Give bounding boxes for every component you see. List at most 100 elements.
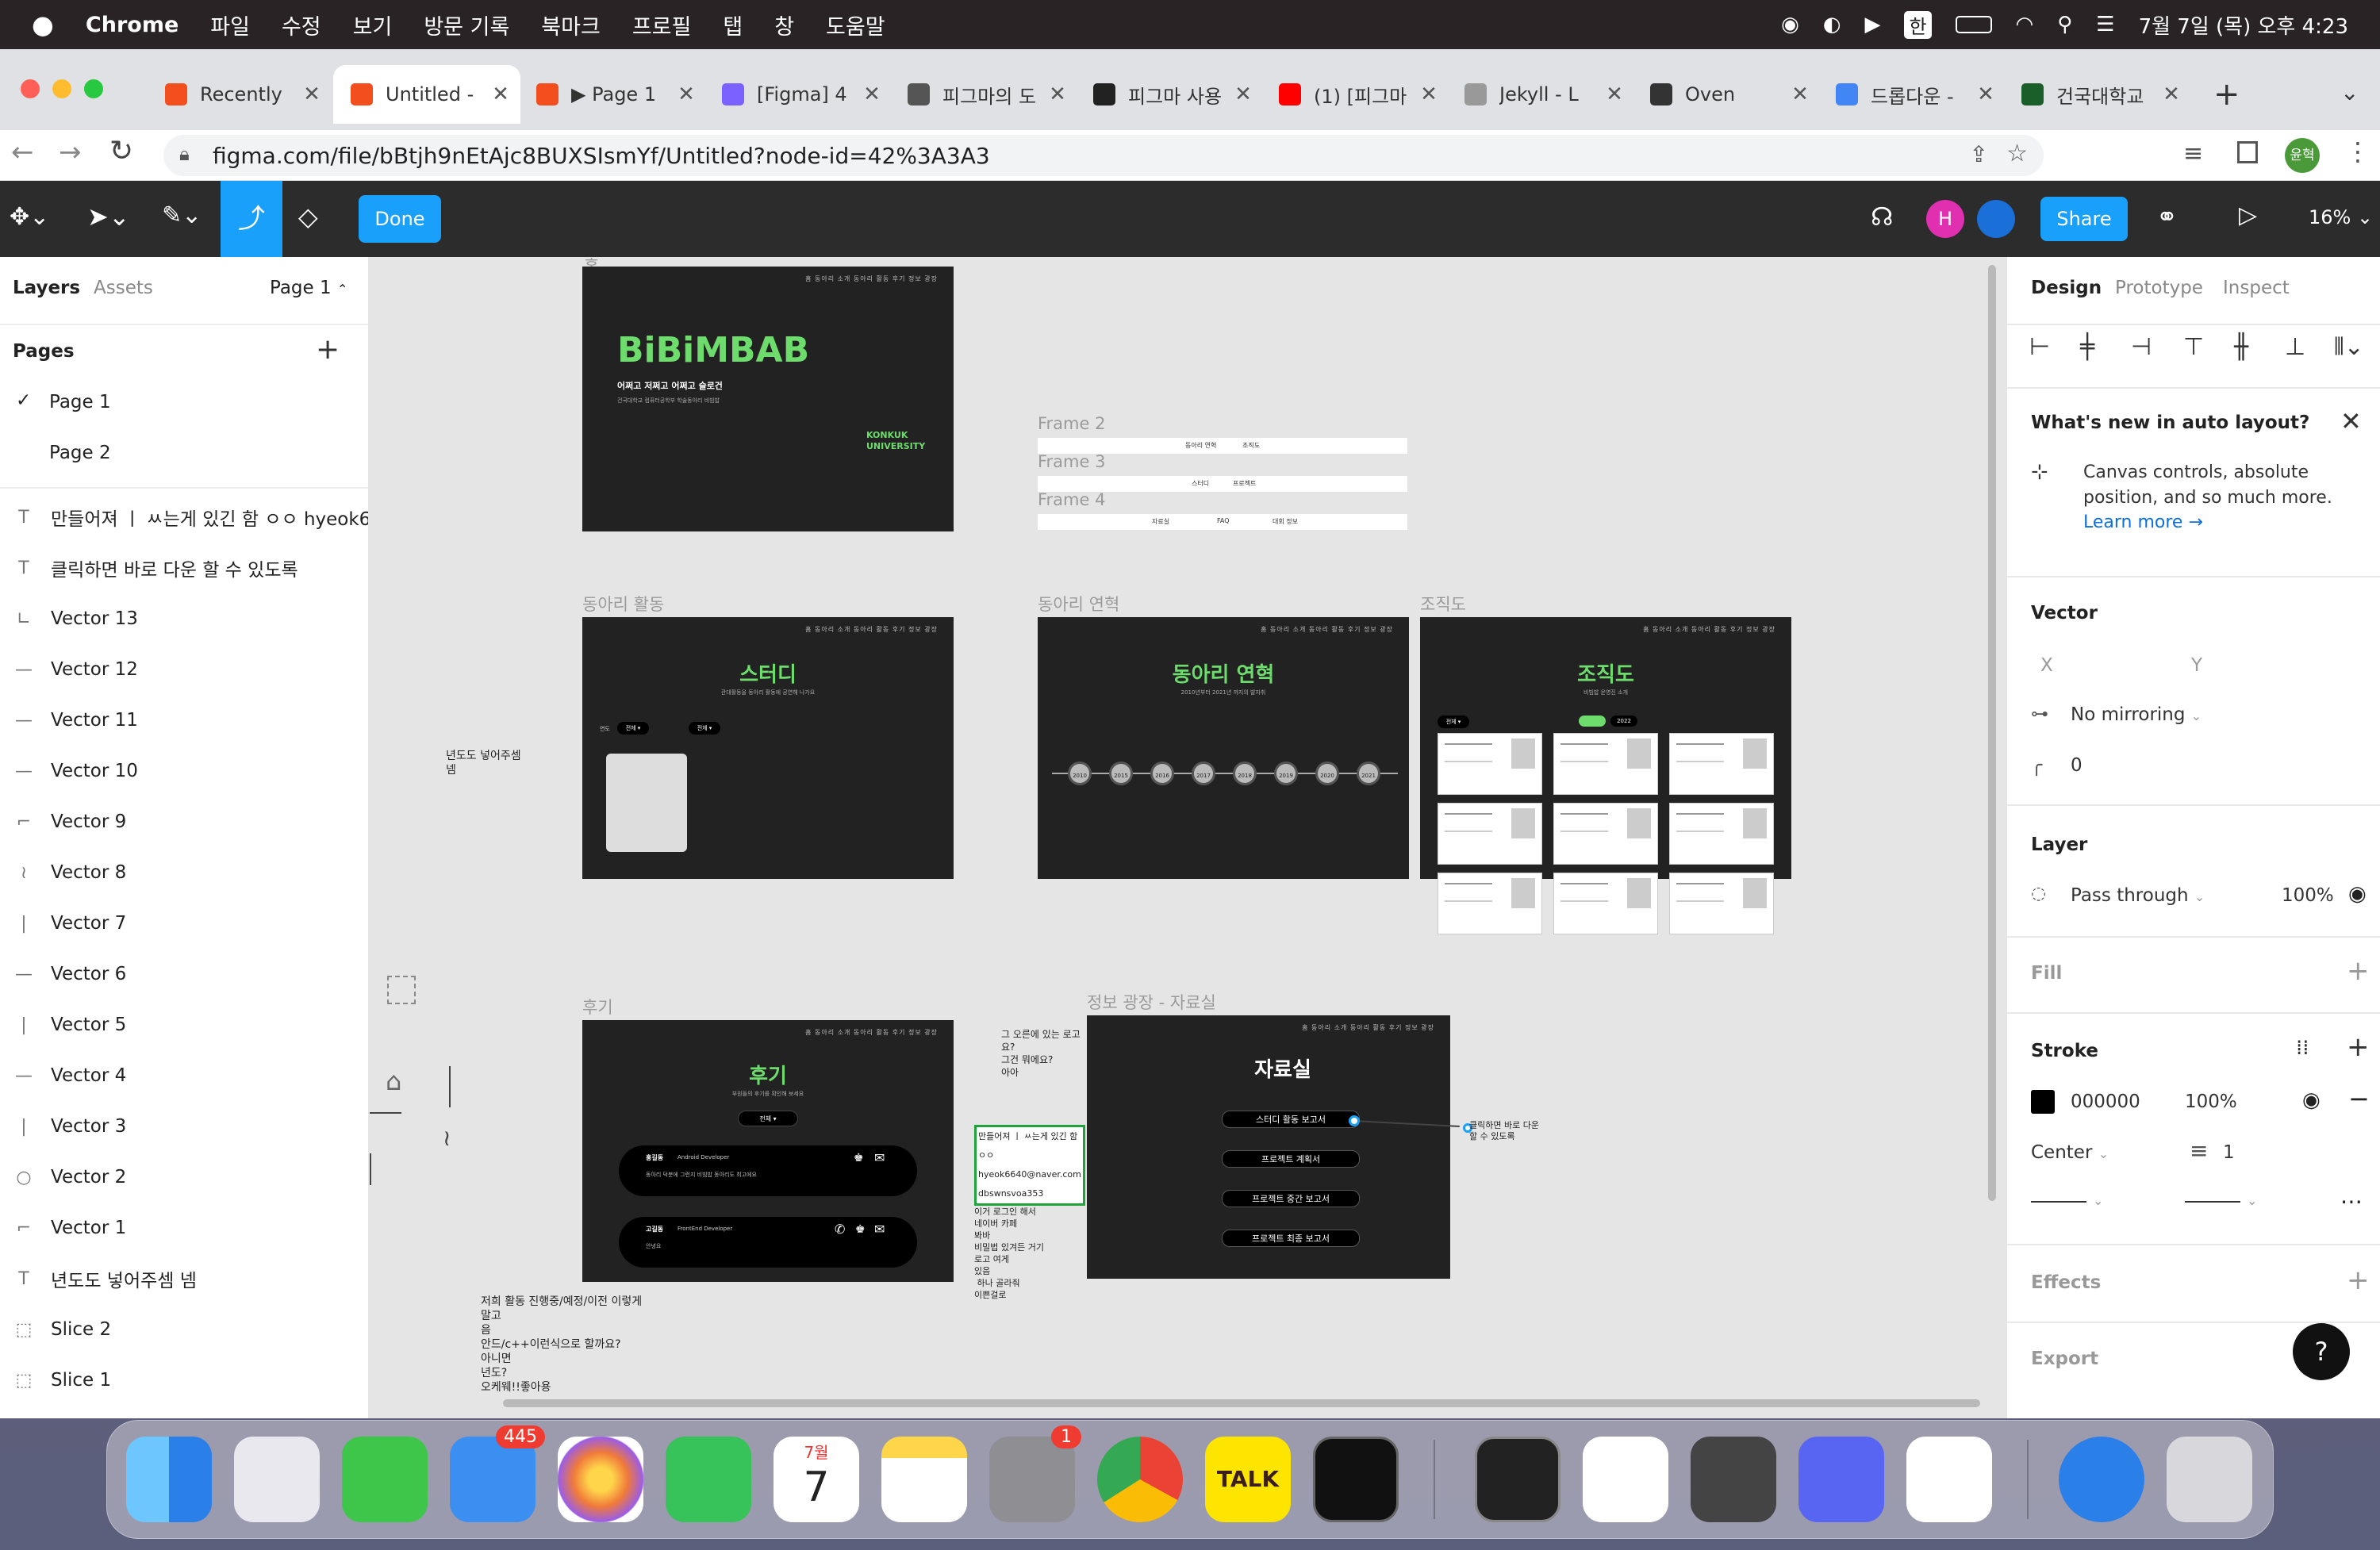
terminal-icon[interactable] [1475,1437,1560,1522]
note-activity[interactable]: 저희 활동 진행중/예정/이전 이렇게 말고 음 안드/c++이런식으로 할까요… [481,1295,642,1395]
assets-tab[interactable]: Assets [94,278,153,298]
link-icon[interactable]: ⚭ [2156,201,2178,232]
battery-icon[interactable] [1955,16,1992,33]
canvas-vertical-scrollbar[interactable] [1988,265,1996,1201]
timeline-year[interactable]: 2021 [1357,762,1380,785]
menu-bookmarks[interactable]: 북마크 [541,10,601,40]
review-filter[interactable]: 전체 ▾ [738,1111,798,1126]
browser-tab[interactable]: Untitled - ✕ [333,65,520,124]
align-right-icon[interactable]: ⊣ [2131,333,2152,361]
lightroom-icon[interactable]: ◐ [1823,13,1841,36]
align-center-h-icon[interactable]: ╪ [2080,333,2094,361]
stroke-color-hex[interactable]: 000000 [2071,1092,2140,1112]
tab-close-icon[interactable]: ✕ [489,82,512,106]
org-member-card[interactable] [1438,803,1542,865]
add-page-icon[interactable]: + [316,333,340,366]
tab-close-icon[interactable]: ✕ [674,82,698,106]
url-bar[interactable]: 🔒︎ figma.com/file/bBtjh9nEtAjc8BUXSIsmYf… [163,135,2044,176]
connector-node[interactable] [1349,1115,1360,1126]
browser-tab[interactable]: Jekyll - L ✕ [1447,70,1634,119]
page-selector[interactable]: Page 1 ⌃ [270,278,347,298]
tab-close-icon[interactable]: ✕ [1417,82,1441,106]
user-avatar-icon[interactable] [1977,200,2015,238]
slice-marker[interactable] [387,976,416,1004]
browser-tab[interactable]: 드롭다운 - ✕ [1818,70,2006,119]
frame-4[interactable]: 자료실 FAQ 대회 정보 [1038,514,1407,530]
tab-close-icon[interactable]: ✕ [1974,82,1998,106]
tab-close-icon[interactable]: ✕ [1231,82,1255,106]
tab-search-icon[interactable]: ⌄ [2340,79,2359,106]
stroke-position-select[interactable]: Center ⌄ [2031,1142,2109,1163]
browser-tab[interactable]: 피그마의 도 ✕ [890,70,1077,119]
discord-icon[interactable] [1798,1437,1884,1522]
layer-item[interactable]: — Vector 10 [0,746,368,796]
layer-item[interactable]: — Vector 4 [0,1050,368,1101]
layer-item[interactable]: | Vector 5 [0,999,368,1050]
menu-edit[interactable]: 수정 [282,10,321,40]
browser-tab[interactable]: (1) [피그마 ✕ [1261,70,1449,119]
org-filter[interactable]: 전체 ▾ [1438,716,1469,728]
share-page-icon[interactable]: ⇪ [1970,141,1988,167]
activity-filter-1[interactable]: 전체 ▾ [617,722,649,735]
browser-tab[interactable]: 건국대학교 ✕ [2004,70,2191,119]
timeline-year[interactable]: 2019 [1274,762,1298,785]
reading-list-icon[interactable]: ≡ [2183,140,2203,167]
timeline-year[interactable]: 2020 [1315,762,1339,785]
menu-view[interactable]: 보기 [353,10,393,40]
stroke-eye-icon[interactable]: ◉ [2302,1088,2320,1112]
x-field[interactable]: X [2040,655,2053,676]
bookmark-star-icon[interactable]: ☆ [2006,140,2028,167]
note-year[interactable]: 년도도 넣어주셈 넴 [446,749,521,777]
tab-close-icon[interactable]: ✕ [1603,82,1626,106]
timeline-year[interactable]: 2018 [1233,762,1257,785]
stroke-weight-field[interactable]: 1 [2223,1142,2235,1163]
slack-icon[interactable] [1583,1437,1668,1522]
vector-shape[interactable]: ⌂ [386,1066,401,1096]
menu-window[interactable]: 창 [774,10,794,40]
layer-item[interactable]: ⌐ Vector 1 [0,1203,368,1253]
page-item-2[interactable]: Page 2 [0,428,368,479]
figma-menu-icon[interactable]: ✥⌄ [10,203,49,231]
timeline-year[interactable]: 2010 [1068,762,1092,785]
vector-curve[interactable]: ≀ [443,1125,451,1151]
notes-icon[interactable] [881,1437,967,1522]
frame-home[interactable]: 홈 동아리 소개 동아리 활동 후기 정보 광장 BiBiMBAB 어쩌고 저쩌… [582,267,954,531]
inspect-tab[interactable]: Inspect [2223,278,2290,298]
chrome-icon[interactable] [1097,1437,1183,1522]
timeline-year[interactable]: 2016 [1150,762,1174,785]
frame-dataroom[interactable]: 홈 동아리 소개 동아리 활동 후기 정보 광장 자료실 스터디 활동 보고서 프… [1087,1015,1450,1279]
layer-item[interactable]: | Vector 7 [0,898,368,949]
layer-item[interactable]: — Vector 11 [0,695,368,746]
move-tool-icon[interactable]: ➤⌄ [87,201,130,232]
notification-icon[interactable]: ◉ [1781,13,1799,36]
learn-more-link[interactable]: Learn more → [2083,512,2203,532]
org-year-toggle[interactable] [1579,716,1606,727]
menu-profile[interactable]: 프로필 [632,10,692,40]
add-effect-icon[interactable]: + [2347,1264,2370,1296]
layer-item[interactable]: ⌐ Vector 9 [0,796,368,847]
vector-line-h[interactable] [370,1112,401,1114]
remove-stroke-icon[interactable]: − [2348,1084,2370,1114]
phone-icon[interactable]: ✆ [835,1222,845,1237]
iterm-icon[interactable] [1313,1437,1399,1522]
frame-3[interactable]: 스터디 프로젝트 [1038,476,1407,492]
org-member-card[interactable] [1553,803,1658,865]
window-zoom-button[interactable] [84,79,103,98]
org-member-card[interactable] [1553,873,1658,934]
apple-icon[interactable]: ● [32,10,54,40]
mail-icon[interactable]: ✉ [874,1222,885,1237]
design-canvas[interactable]: 홈 홈 동아리 소개 동아리 활동 후기 정보 광장 BiBiMBAB 어쩌고 … [370,257,2006,1418]
layer-item[interactable]: ∟ Vector 13 [0,593,368,644]
page-item-1[interactable]: ✓ Page 1 [0,378,368,428]
org-member-card[interactable] [1553,733,1658,795]
reload-icon[interactable]: ↻ [109,135,133,167]
layer-item[interactable]: T 년도도 넣어주셈 넴 [0,1253,368,1304]
dataroom-item[interactable]: 프로젝트 계획서 [1222,1150,1360,1168]
forward-icon[interactable]: → [59,136,82,168]
paint-bucket-icon[interactable]: ◇ [298,201,318,232]
side-panel-icon[interactable] [2237,141,2258,163]
dataroom-item[interactable]: 프로젝트 중간 보고서 [1222,1190,1360,1207]
more-stroke-options-icon[interactable]: ⋯ [2340,1188,2363,1214]
bend-tool-icon[interactable]: ⤴ [221,181,282,257]
layers-tab[interactable]: Layers [13,278,80,298]
